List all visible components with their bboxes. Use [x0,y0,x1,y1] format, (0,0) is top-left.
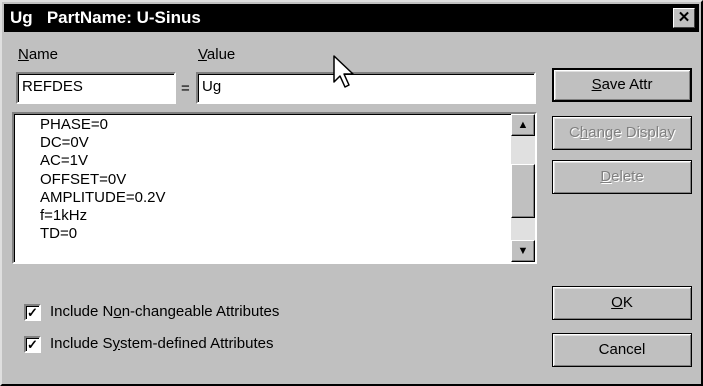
equals-sign: = [181,80,190,97]
list-item[interactable]: DC=0V [40,134,165,152]
nonchangeable-checkbox[interactable]: ✓ [24,304,41,321]
scroll-up-button[interactable]: ▲ [511,114,535,136]
save-attr-button[interactable]: Save Attr [552,68,692,102]
scroll-down-button[interactable]: ▼ [511,240,535,262]
arrow-up-icon: ▲ [517,119,529,131]
title-bar[interactable]: Ug PartName: U-Sinus ✕ [4,4,699,32]
change-display-button[interactable]: Change Display [552,116,692,150]
list-item[interactable]: OFFSET=0V [40,171,165,189]
name-label: Name [18,46,59,63]
cancel-button[interactable]: Cancel [552,333,692,367]
list-item[interactable]: PHASE=0 [40,116,165,134]
system-defined-checkbox[interactable]: ✓ [24,336,41,353]
list-item[interactable]: AMPLITUDE=0.2V [40,189,165,207]
attribute-lines: PHASE=0 DC=0V AC=1V OFFSET=0V AMPLITUDE=… [40,116,165,243]
list-item[interactable]: f=1kHz [40,207,165,225]
checkmark-icon: ✓ [27,337,38,352]
checkmark-icon: ✓ [27,305,38,320]
ok-button[interactable]: OK [552,286,692,320]
name-field[interactable]: REFDES [16,72,176,104]
list-scrollbar[interactable]: ▲ ▼ [511,114,535,262]
attribute-list[interactable]: PHASE=0 DC=0V AC=1V OFFSET=0V AMPLITUDE=… [12,112,537,264]
nonchangeable-label[interactable]: Include Non-changeable Attributes [50,303,279,320]
close-icon: ✕ [677,9,691,26]
close-button[interactable]: ✕ [673,8,695,28]
attribute-dialog: Ug PartName: U-Sinus ✕ Name Value REFDES… [0,0,703,386]
delete-button[interactable]: Delete [552,160,692,194]
value-label: Value [198,46,236,63]
scroll-thumb[interactable] [511,164,535,218]
system-defined-label[interactable]: Include System-defined Attributes [50,335,273,352]
list-item[interactable]: AC=1V [40,152,165,170]
window-title: Ug PartName: U-Sinus [10,8,201,27]
mouse-cursor-icon [333,55,354,88]
list-item[interactable]: TD=0 [40,225,165,243]
value-field[interactable]: Ug [196,72,536,104]
arrow-down-icon: ▼ [517,245,529,257]
